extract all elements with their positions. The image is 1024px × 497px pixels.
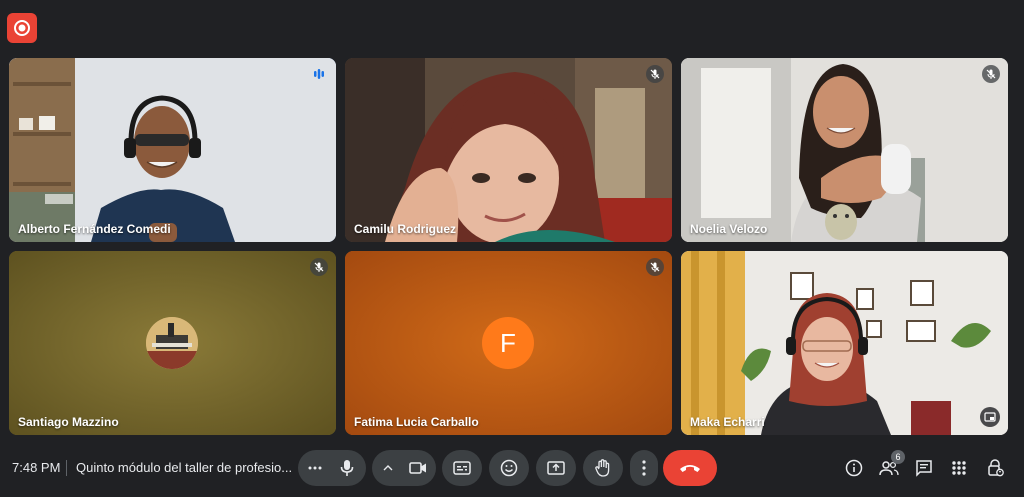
hand-icon [595, 459, 610, 477]
mic-icon [340, 460, 354, 476]
emoji-icon [500, 459, 518, 477]
video-feed [345, 58, 672, 242]
people-count-badge: 6 [891, 450, 905, 464]
participant-name: Santiago Mazzino [18, 415, 119, 429]
captions-button[interactable] [442, 450, 482, 486]
participant-name: Alberto Fernández Comedi [18, 222, 171, 236]
camera-icon [409, 462, 426, 474]
participant-name: Fatima Lucia Carballo [354, 415, 479, 429]
participant-tile-santiago[interactable]: Santiago Mazzino [9, 251, 336, 435]
participant-tile-noelia[interactable]: Noelia Velozo [681, 58, 1008, 242]
video-feed [681, 251, 1008, 435]
muted-indicator [310, 258, 328, 276]
info-icon [845, 459, 863, 477]
chat-icon [916, 460, 932, 477]
meet-window: Alberto Fernández Comedi Camilu Rodrigue… [0, 0, 1024, 497]
mic-off-icon [650, 262, 660, 272]
participant-tile-camilu[interactable]: Camilu Rodriguez [345, 58, 672, 242]
more-video-options-button[interactable] [374, 465, 402, 471]
more-audio-options-button[interactable] [300, 466, 330, 470]
participant-tile-alberto[interactable]: Alberto Fernández Comedi [9, 58, 336, 242]
participant-tile-maka[interactable]: Maka Echarri [681, 251, 1008, 435]
chat-button[interactable] [912, 456, 936, 480]
avatar-image [146, 317, 198, 369]
muted-indicator [646, 258, 664, 276]
activities-button[interactable] [947, 456, 971, 480]
host-controls-button[interactable] [983, 456, 1007, 480]
video-feed [9, 58, 336, 242]
apps-grid-icon [952, 461, 966, 475]
leave-call-button[interactable] [663, 450, 717, 486]
meeting-title: Quinto módulo del taller de profesio... [76, 460, 293, 475]
people-button[interactable]: 6 [877, 450, 905, 480]
mic-button[interactable] [330, 459, 364, 477]
camera-button[interactable] [402, 462, 434, 474]
raise-hand-button[interactable] [583, 450, 623, 486]
participant-tile-fatima[interactable]: F Fatima Lucia Carballo [345, 251, 672, 435]
present-button[interactable] [536, 450, 576, 486]
present-screen-icon [547, 461, 565, 475]
clock: 7:48 PM [12, 460, 61, 475]
more-options-button[interactable] [630, 450, 658, 486]
mic-toggle-group [298, 450, 366, 486]
pin-tile-button[interactable] [980, 407, 1000, 427]
mic-off-icon [314, 262, 324, 272]
participant-name: Maka Echarri [690, 415, 765, 429]
avatar [146, 317, 198, 369]
ellipsis-icon [308, 466, 322, 470]
recording-indicator[interactable] [7, 13, 37, 43]
muted-indicator [982, 65, 1000, 83]
speaking-indicator [310, 65, 328, 83]
hang-up-icon [680, 465, 700, 472]
muted-indicator [646, 65, 664, 83]
picture-in-picture-icon [984, 412, 996, 422]
reactions-button[interactable] [489, 450, 529, 486]
video-feed [681, 58, 1008, 242]
participant-name: Camilu Rodriguez [354, 222, 457, 236]
vertical-ellipsis-icon [642, 460, 646, 476]
record-icon [14, 20, 30, 36]
participant-name: Noelia Velozo [690, 222, 768, 236]
mic-off-icon [650, 69, 660, 79]
camera-toggle-group [372, 450, 436, 486]
captions-icon [453, 461, 471, 475]
lock-person-icon [988, 459, 1004, 477]
audio-level-icon [314, 69, 324, 79]
control-bar: 7:48 PM Quinto módulo del taller de prof… [0, 448, 1024, 488]
chevron-up-icon [383, 465, 393, 471]
divider [66, 460, 67, 476]
meeting-details-button[interactable] [842, 456, 866, 480]
mic-off-icon [986, 69, 996, 79]
avatar: F [482, 317, 534, 369]
